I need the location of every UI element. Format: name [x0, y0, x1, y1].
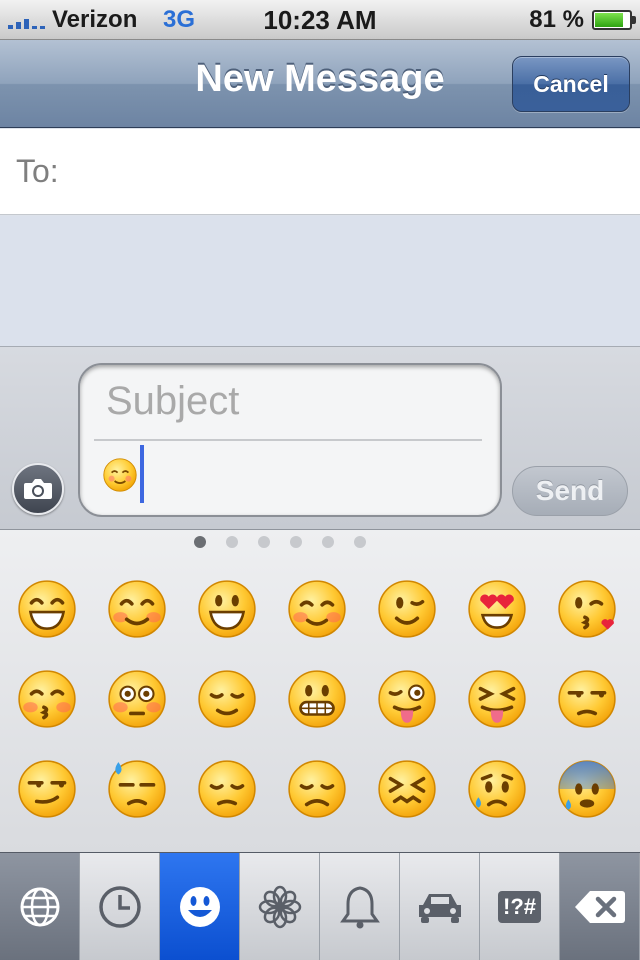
emoji-key-relieved-face[interactable] — [182, 654, 272, 744]
message-body-field[interactable] — [102, 457, 138, 498]
disappointed-face-icon — [288, 760, 346, 818]
page-indicator — [0, 536, 600, 548]
emoji-key-kissing-closed-eyes-face[interactable] — [2, 654, 92, 744]
flower-icon — [257, 884, 303, 930]
emoji-key-squinting-tongue-face[interactable] — [452, 654, 542, 744]
relaxed-face-icon — [288, 580, 346, 638]
recipient-field[interactable]: To: — [0, 129, 640, 215]
battery-percent: 81 % — [529, 6, 584, 33]
page-dot[interactable] — [194, 536, 206, 548]
fearful-sweat-face-icon — [558, 760, 616, 818]
emoji-key-flushed-face[interactable] — [92, 654, 182, 744]
face-throwing-kiss-icon — [558, 580, 616, 638]
tab-recent-clock[interactable] — [80, 853, 160, 960]
flushed-face-icon — [108, 670, 166, 728]
emoji-key-winking-face[interactable] — [362, 564, 452, 654]
text-cursor — [140, 445, 144, 503]
page-dot[interactable] — [290, 536, 302, 548]
message-input-box[interactable]: Subject — [78, 363, 502, 517]
page-dot[interactable] — [226, 536, 238, 548]
page-dot[interactable] — [354, 536, 366, 548]
emoji-key-winking-tongue-face[interactable] — [362, 654, 452, 744]
smiling-face-blushing-icon — [108, 580, 166, 638]
tab-flower[interactable] — [240, 853, 320, 960]
relaxed-face-icon — [103, 458, 137, 492]
bell-icon — [339, 884, 380, 930]
page-dot[interactable] — [322, 536, 334, 548]
relieved-face-icon — [198, 670, 256, 728]
confounded-face-icon — [378, 760, 436, 818]
status-bar: Verizon 3G 10:23 AM 81 % — [0, 0, 640, 40]
page-dot[interactable] — [258, 536, 270, 548]
winking-tongue-face-icon — [378, 670, 436, 728]
emoji-key-unamused-face[interactable] — [542, 654, 632, 744]
subject-field[interactable]: Subject — [106, 379, 239, 424]
unamused-face-icon — [558, 670, 616, 728]
grinning-face-icon — [18, 580, 76, 638]
tab-symbols[interactable]: !?# — [480, 853, 560, 960]
emoji-key-heart-eyes-face[interactable] — [452, 564, 542, 654]
tab-smiley[interactable] — [160, 853, 240, 960]
car-icon — [415, 887, 465, 927]
tab-globe[interactable] — [0, 853, 80, 960]
winking-face-icon — [378, 580, 436, 638]
emoji-key-confounded-face[interactable] — [362, 744, 452, 834]
backspace-icon — [574, 889, 626, 925]
smiling-face-open-mouth-icon — [198, 580, 256, 638]
camera-icon — [24, 479, 52, 499]
camera-button[interactable] — [12, 463, 64, 515]
tab-bell[interactable] — [320, 853, 400, 960]
squinting-tongue-face-icon — [468, 670, 526, 728]
globe-icon — [18, 885, 62, 929]
kissing-closed-eyes-face-icon — [18, 670, 76, 728]
emoji-key-fearful-sweat-face[interactable] — [542, 744, 632, 834]
heart-eyes-face-icon — [468, 580, 526, 638]
tab-car[interactable] — [400, 853, 480, 960]
message-area — [0, 216, 640, 346]
smiley-icon — [178, 885, 222, 929]
sad-tear-face-icon — [468, 760, 526, 818]
downcast-sweat-face-icon — [108, 760, 166, 818]
emoji-key-relaxed-face[interactable] — [272, 564, 362, 654]
smirking-face-icon — [18, 760, 76, 818]
tab-backspace[interactable] — [560, 853, 640, 960]
to-label: To: — [16, 153, 59, 189]
emoji-key-grinning-face[interactable] — [2, 564, 92, 654]
emoji-key-face-throwing-kiss[interactable] — [542, 564, 632, 654]
emoji-key-sad-tear-face[interactable] — [452, 744, 542, 834]
send-button[interactable]: Send — [512, 466, 628, 516]
pensive-face-icon — [198, 760, 256, 818]
recent-clock-icon — [97, 884, 143, 930]
emoji-key-smirking-face[interactable] — [2, 744, 92, 834]
compose-bar: Subject Send — [0, 346, 640, 530]
emoji-key-pensive-face[interactable] — [182, 744, 272, 834]
battery-icon — [592, 10, 636, 30]
grimacing-face-icon — [288, 670, 346, 728]
emoji-key-grimacing-face[interactable] — [272, 654, 362, 744]
emoji-key-smiling-face-open-mouth[interactable] — [182, 564, 272, 654]
cancel-button[interactable]: Cancel — [512, 56, 630, 112]
emoji-keyboard — [0, 530, 640, 852]
input-divider — [94, 439, 482, 441]
emoji-category-bar: !?# — [0, 852, 640, 960]
emoji-key-smiling-face-blushing[interactable] — [92, 564, 182, 654]
emoji-key-downcast-sweat-face[interactable] — [92, 744, 182, 834]
symbols-icon: !?# — [498, 891, 541, 923]
navigation-bar: New Message Cancel — [0, 40, 640, 128]
emoji-key-disappointed-face[interactable] — [272, 744, 362, 834]
